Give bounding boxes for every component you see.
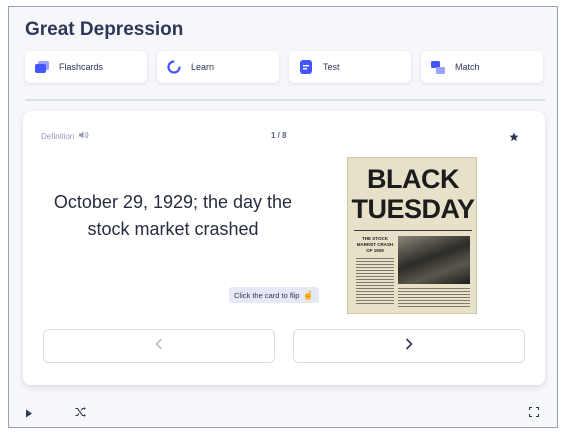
- pointing-hand-icon: ☝: [302, 289, 314, 300]
- flip-hint: Click the card to flip ☝: [229, 287, 319, 303]
- mode-match-button[interactable]: Match: [421, 51, 543, 83]
- mode-label: Flashcards: [59, 62, 104, 72]
- newspaper-headline-2: TUESDAY: [351, 194, 475, 224]
- play-icon[interactable]: [25, 405, 33, 423]
- page-title: Great Depression: [25, 19, 184, 40]
- previous-card-button[interactable]: [43, 329, 275, 363]
- newspaper-headline-1: BLACK: [367, 164, 460, 194]
- star-icon[interactable]: [509, 129, 519, 147]
- mode-label: Learn: [191, 62, 215, 72]
- shuffle-icon[interactable]: [75, 404, 86, 422]
- mode-learn-button[interactable]: Learn: [157, 51, 279, 83]
- mode-label: Match: [455, 62, 480, 72]
- test-icon: [299, 60, 313, 74]
- learn-icon: [167, 60, 181, 74]
- newspaper-photo: [398, 236, 470, 284]
- newspaper-subhead: THE STOCK MARKET CRASH OF 1929: [356, 236, 394, 253]
- mode-test-button[interactable]: Test: [289, 51, 411, 83]
- speaker-icon[interactable]: [79, 131, 89, 141]
- newspaper-rule: [354, 230, 472, 231]
- fullscreen-icon[interactable]: [528, 404, 540, 422]
- side-label-text: Definition: [41, 131, 75, 141]
- divider: [25, 99, 545, 101]
- card-counter: 1 / 8: [271, 131, 287, 140]
- study-set-frame: Great Depression Flashcards Learn Test M…: [8, 6, 558, 428]
- match-icon: [431, 60, 445, 74]
- newspaper-column: [356, 258, 394, 306]
- black-tuesday-newspaper-image: BLACK TUESDAY THE STOCK MARKET CRASH OF …: [347, 157, 477, 314]
- newspaper-column: [398, 288, 470, 308]
- card-toolbar: [23, 399, 545, 423]
- next-card-button[interactable]: [293, 329, 525, 363]
- chevron-right-icon: [405, 337, 413, 355]
- chevron-left-icon: [155, 337, 163, 355]
- card-definition-text: October 29, 1929; the day the stock mark…: [53, 192, 293, 239]
- mode-flashcards-button[interactable]: Flashcards: [25, 51, 147, 83]
- flashcard[interactable]: Definition 1 / 8 October 29, 1929; the d…: [23, 111, 545, 385]
- flashcards-icon: [35, 60, 49, 74]
- side-label: Definition: [41, 131, 89, 141]
- flip-hint-text: Click the card to flip: [234, 290, 300, 300]
- mode-label: Test: [323, 62, 340, 72]
